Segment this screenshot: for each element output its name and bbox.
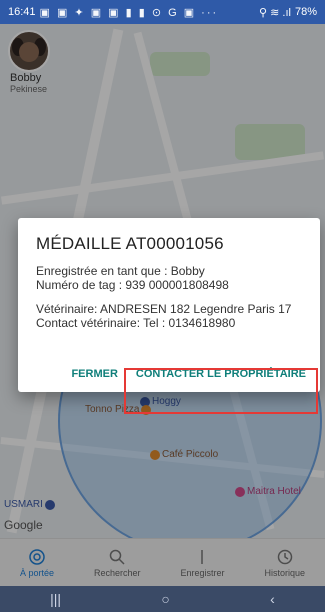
battery-level: 78% (294, 6, 317, 18)
screen: 16:41 ▣ ▣ ✦ ▣ ▣ ▮ ▮ ⊙ G ▣ ··· ⚲ ≋ .ıl 78… (0, 0, 325, 612)
status-left: 16:41 ▣ ▣ ✦ ▣ ▣ ▮ ▮ ⊙ G ▣ ··· (8, 6, 218, 19)
clock: 16:41 (8, 6, 36, 18)
highlight-box (124, 368, 318, 414)
dialog-title: MÉDAILLE AT00001056 (36, 234, 224, 253)
close-button[interactable]: FERMER (71, 368, 117, 380)
vet-info: Vétérinaire: ANDRESEN 182 Legendre Paris… (36, 302, 292, 316)
status-bar: 16:41 ▣ ▣ ✦ ▣ ▣ ▮ ▮ ⊙ G ▣ ··· ⚲ ≋ .ıl 78… (0, 0, 325, 24)
vet-contact: Contact vétérinaire: Tel : 0134618980 (36, 316, 236, 330)
system-navigation-bar: ||| ○ ‹ (0, 586, 325, 612)
status-right: ⚲ ≋ .ıl 78% (259, 6, 317, 19)
recent-apps-button[interactable]: ||| (50, 591, 61, 607)
notification-icons: ▣ ▣ ✦ ▣ ▣ ▮ ▮ ⊙ G ▣ ··· (39, 6, 219, 19)
signal-icons: ⚲ ≋ .ıl (259, 6, 291, 19)
registered-as: Enregistrée en tant que : Bobby (36, 264, 205, 278)
back-button[interactable]: ‹ (270, 591, 275, 607)
medal-dialog: MÉDAILLE AT00001056 Enregistrée en tant … (18, 218, 320, 392)
tag-number: Numéro de tag : 939 000001808498 (36, 278, 229, 292)
home-button[interactable]: ○ (161, 591, 169, 607)
